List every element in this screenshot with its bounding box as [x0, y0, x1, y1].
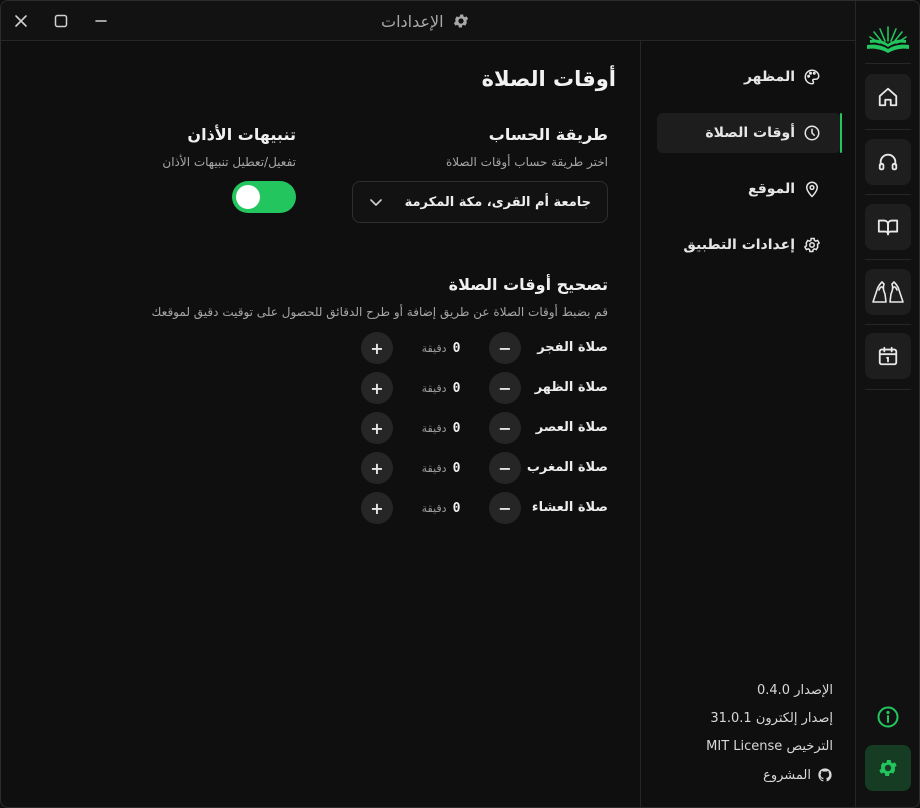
decrement-button[interactable]: −: [489, 452, 521, 484]
increment-button[interactable]: +: [361, 332, 393, 364]
github-icon: [818, 768, 832, 782]
gear-icon: [803, 237, 821, 253]
decrement-button[interactable]: −: [489, 412, 521, 444]
adjust-value: 0 دقيقة: [421, 500, 461, 516]
page-title: أوقات الصلاة: [481, 67, 616, 91]
decrement-button[interactable]: −: [489, 372, 521, 404]
calc-method-value: جامعة أم القرى، مكة المكرمة: [404, 194, 591, 210]
sidebar-item-app-settings[interactable]: إعدادات التطبيق: [657, 225, 841, 265]
book-icon: [877, 219, 899, 236]
title-bar: الإعدادات: [1, 1, 857, 41]
rail-dua-button[interactable]: [865, 269, 911, 315]
rail-divider: [865, 63, 911, 64]
open-quran-logo-icon: [867, 26, 909, 53]
settings-sidebar: المظهر أوقات الصلاة الموقع إعدادات التطب…: [640, 41, 857, 807]
gear-icon: [879, 760, 897, 776]
sidebar-item-prayer-times[interactable]: أوقات الصلاة: [657, 113, 841, 153]
minimize-icon: [95, 20, 107, 22]
about-license: الترخيص MIT License: [706, 739, 833, 754]
adhan-alerts-toggle[interactable]: [232, 181, 296, 213]
rail-quran-button[interactable]: [865, 204, 911, 250]
calc-method-select[interactable]: جامعة أم القرى، مكة المكرمة: [352, 181, 608, 223]
close-button[interactable]: [9, 9, 33, 33]
minimize-button[interactable]: [89, 9, 113, 33]
app-logo: [865, 23, 911, 57]
adjust-value: 0 دقيقة: [421, 340, 461, 356]
rail-home-button[interactable]: [865, 74, 911, 120]
about-version: الإصدار 0.4.0: [757, 683, 833, 698]
close-icon: [15, 15, 27, 27]
rail-divider: [865, 129, 911, 130]
adjust-times-heading: تصحيح أوقات الصلاة: [448, 275, 608, 294]
chevron-down-icon: [370, 199, 382, 206]
active-indicator: [840, 113, 842, 153]
increment-button[interactable]: +: [361, 412, 393, 444]
project-link-label: المشروع: [763, 767, 811, 783]
adjust-row-fajr: صلاة الفجر − 0 دقيقة +: [1, 332, 640, 364]
info-button[interactable]: [876, 705, 900, 729]
clock-icon: [804, 125, 820, 141]
rail-audio-button[interactable]: [865, 139, 911, 185]
prayer-label: صلاة الظهر: [534, 380, 608, 395]
rail-calendar-button[interactable]: [865, 333, 911, 379]
adhan-alerts-heading: تنبيهات الأذان: [187, 125, 296, 144]
rail-divider: [865, 194, 911, 195]
rail-divider: [865, 389, 911, 390]
window-title: الإعدادات: [381, 1, 470, 41]
prayer-label: صلاة المغرب: [526, 460, 608, 475]
adjust-value: 0 دقيقة: [421, 380, 461, 396]
adjust-value: 0 دقيقة: [421, 420, 461, 436]
palette-icon: [804, 69, 820, 85]
adjust-value: 0 دقيقة: [421, 460, 461, 476]
sidebar-item-label: المظهر: [743, 69, 795, 85]
sidebar-item-label: أوقات الصلاة: [705, 125, 795, 141]
app-window: الإعدادات المظهر أوقات الصلاة الموقع إعد…: [0, 0, 920, 808]
adjust-times-description: قم بضبط أوقات الصلاة عن طريق إضافة أو طر…: [151, 305, 608, 319]
adjust-row-isha: صلاة العشاء − 0 دقيقة +: [1, 492, 640, 524]
info-icon: [877, 706, 899, 728]
headphones-icon: [878, 153, 898, 171]
sidebar-item-label: الموقع: [748, 181, 795, 197]
sidebar-item-label: إعدادات التطبيق: [683, 237, 795, 253]
calc-method-heading: طريقة الحساب: [488, 125, 608, 144]
adhan-alerts-description: تفعيل/تعطيل تنبيهات الأذان: [162, 155, 296, 169]
prayer-label: صلاة العصر: [535, 420, 608, 435]
window-title-text: الإعدادات: [381, 11, 444, 31]
maximize-icon: [54, 14, 68, 28]
icon-rail: [855, 1, 919, 807]
location-pin-icon: [805, 181, 819, 198]
rail-divider: [865, 259, 911, 260]
calc-method-description: اختر طريقة حساب أوقات الصلاة: [445, 155, 608, 169]
adjust-row-maghrib: صلاة المغرب − 0 دقيقة +: [1, 452, 640, 484]
toggle-knob: [236, 185, 260, 209]
calendar-icon: [878, 346, 898, 366]
project-link[interactable]: المشروع: [763, 767, 833, 783]
gear-icon: [453, 14, 468, 28]
increment-button[interactable]: +: [361, 372, 393, 404]
sidebar-item-location[interactable]: الموقع: [657, 169, 841, 209]
prayer-label: صلاة الفجر: [537, 340, 608, 355]
rail-settings-button[interactable]: [865, 745, 911, 791]
increment-button[interactable]: +: [361, 452, 393, 484]
about-electron-version: إصدار إلكترون 31.0.1: [710, 711, 833, 726]
rail-divider: [865, 324, 911, 325]
prayer-settings-panel: أوقات الصلاة طريقة الحساب اختر طريقة حسا…: [1, 41, 640, 807]
praying-hands-icon: [872, 281, 904, 303]
sidebar-item-appearance[interactable]: المظهر: [657, 57, 841, 97]
decrement-button[interactable]: −: [489, 332, 521, 364]
adjust-row-asr: صلاة العصر − 0 دقيقة +: [1, 412, 640, 444]
home-icon: [878, 87, 898, 107]
adjust-row-dhuhr: صلاة الظهر − 0 دقيقة +: [1, 372, 640, 404]
decrement-button[interactable]: −: [489, 492, 521, 524]
maximize-button[interactable]: [49, 9, 73, 33]
prayer-label: صلاة العشاء: [531, 500, 608, 515]
increment-button[interactable]: +: [361, 492, 393, 524]
